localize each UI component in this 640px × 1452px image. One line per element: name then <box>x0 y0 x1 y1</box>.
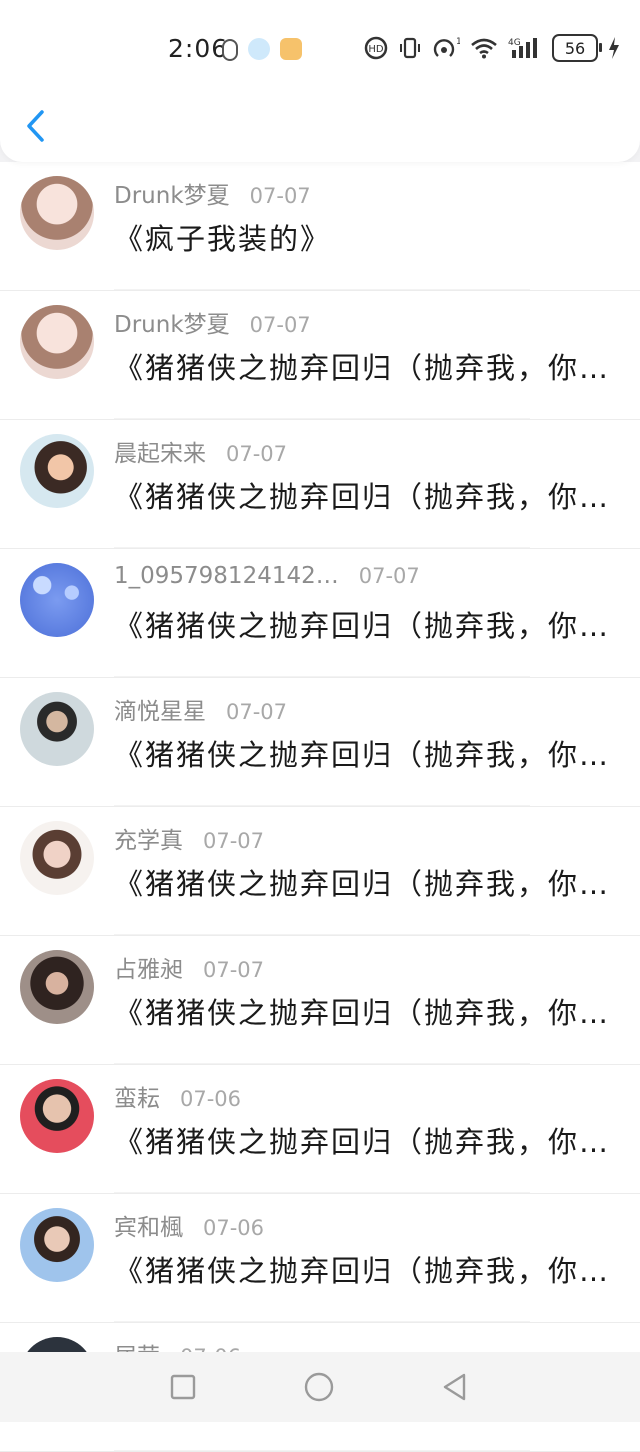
comment-date: 07-06 <box>180 1087 242 1111</box>
name-row: Drunk梦夏 07-07 <box>114 176 311 210</box>
comment-text: 《猪猪侠之抛弃回归（抛弃我，你… <box>114 867 611 901</box>
comment-row[interactable]: 晨起宋来 07-07 《猪猪侠之抛弃回归（抛弃我，你… <box>0 420 640 549</box>
user-name[interactable]: Drunk梦夏 <box>114 176 230 210</box>
comment-date: 07-07 <box>226 700 288 724</box>
status-time: 2:06 <box>168 34 229 63</box>
comment-date: 07-07 <box>226 442 288 466</box>
user-name[interactable]: Drunk梦夏 <box>114 305 230 339</box>
row-divider <box>114 289 530 290</box>
name-row: Drunk梦夏 07-07 <box>114 305 311 339</box>
row-divider <box>114 1192 530 1193</box>
status-bar: 2:06 HD 1 4G 56 <box>0 0 640 96</box>
comment-text: 《猪猪侠之抛弃回归（抛弃我，你… <box>114 609 611 643</box>
hd-call-icon: HD <box>364 36 388 60</box>
svg-text:HD: HD <box>368 44 384 55</box>
blue-bokeh-avatar[interactable] <box>20 563 94 637</box>
notification-icons <box>222 38 302 61</box>
user-name[interactable]: 宾和楓 <box>114 1208 183 1242</box>
status-icons: HD 1 4G 56 <box>364 34 620 62</box>
recent-apps-button[interactable] <box>166 1370 200 1404</box>
user-name[interactable]: 充学真 <box>114 821 183 855</box>
name-row: 滴悦星星 07-07 <box>114 692 287 726</box>
nav-back-button[interactable] <box>438 1370 472 1404</box>
row-divider <box>114 547 530 548</box>
home-button[interactable] <box>302 1370 336 1404</box>
comment-date: 07-06 <box>203 1216 265 1240</box>
name-row: 1_095798124142… 07-07 <box>114 563 420 589</box>
comment-date: 07-07 <box>249 184 311 208</box>
user-name[interactable]: 晨起宋来 <box>114 434 206 468</box>
user-name[interactable]: 占雅昶 <box>114 950 183 984</box>
triangle-back-icon <box>443 1373 466 1401</box>
comment-text: 《猪猪侠之抛弃回归（抛弃我，你… <box>114 1254 611 1288</box>
girl-blue-avatar[interactable] <box>20 1208 94 1282</box>
comment-text: 《猪猪侠之抛弃回归（抛弃我，你… <box>114 996 611 1030</box>
comment-row[interactable]: 宾和楓 07-06 《猪猪侠之抛弃回归（抛弃我，你… <box>0 1194 640 1323</box>
row-divider <box>114 934 530 935</box>
battery-icon: 56 <box>552 34 602 62</box>
comment-date: 07-07 <box>203 829 265 853</box>
comment-list: Drunk梦夏 07-07 《疯子我装的》 Drunk梦夏 07-07 《猪猪侠… <box>0 162 640 1452</box>
comment-date: 07-07 <box>358 564 420 588</box>
comment-row[interactable]: 充学真 07-07 《猪猪侠之抛弃回归（抛弃我，你… <box>0 807 640 936</box>
user-name[interactable]: 滴悦星星 <box>114 692 206 726</box>
battery-level: 56 <box>564 38 586 58</box>
wifi-icon <box>470 37 498 59</box>
comment-row[interactable]: Drunk梦夏 07-07 《疯子我装的》 <box>0 162 640 291</box>
hotspot-icon: 1 <box>432 36 460 60</box>
row-divider <box>114 1450 530 1451</box>
cartoon-girl-avatar[interactable] <box>20 434 94 508</box>
row-divider <box>114 805 530 806</box>
row-divider <box>114 1063 530 1064</box>
boy-photo-avatar[interactable] <box>20 692 94 766</box>
dark-hair-girl-avatar[interactable] <box>20 950 94 1024</box>
name-row: 占雅昶 07-07 <box>114 950 264 984</box>
row-divider <box>114 1321 530 1322</box>
anime-girl-avatar[interactable] <box>20 305 94 379</box>
app-notification-icon <box>248 38 270 60</box>
back-arrow-icon <box>27 110 44 142</box>
comment-text: 《猪猪侠之抛弃回归（抛弃我，你… <box>114 738 611 772</box>
comment-date: 07-07 <box>249 313 311 337</box>
square-icon <box>170 1374 196 1400</box>
row-divider <box>114 676 530 677</box>
app-notification-icon-2 <box>280 38 302 60</box>
comment-row[interactable]: 占雅昶 07-07 《猪猪侠之抛弃回归（抛弃我，你… <box>0 936 640 1065</box>
mic-icon <box>222 39 238 61</box>
name-row: 晨起宋来 07-07 <box>114 434 287 468</box>
boy-red-avatar[interactable] <box>20 1079 94 1153</box>
comment-text: 《猪猪侠之抛弃回归（抛弃我，你… <box>114 351 611 385</box>
comment-row[interactable]: 滴悦星星 07-07 《猪猪侠之抛弃回归（抛弃我，你… <box>0 678 640 807</box>
user-name[interactable]: 蛮耘 <box>114 1079 160 1113</box>
comment-row[interactable]: Drunk梦夏 07-07 《猪猪侠之抛弃回归（抛弃我，你… <box>0 291 640 420</box>
signal-badge: 1 <box>456 37 460 47</box>
girl-photo-avatar[interactable] <box>20 821 94 895</box>
network-type: 4G <box>508 38 521 48</box>
back-button[interactable] <box>18 106 54 146</box>
name-row: 蛮耘 07-06 <box>114 1079 241 1113</box>
comment-text: 《疯子我装的》 <box>114 222 332 256</box>
user-name[interactable]: 1_095798124142… <box>114 563 339 589</box>
row-divider <box>114 418 530 419</box>
comment-text: 《猪猪侠之抛弃回归（抛弃我，你… <box>114 480 611 514</box>
anime-girl-avatar[interactable] <box>20 176 94 250</box>
comment-row[interactable]: 蛮耘 07-06 《猪猪侠之抛弃回归（抛弃我，你… <box>0 1065 640 1194</box>
navigation-bar <box>0 1352 640 1422</box>
comment-row[interactable]: 1_095798124142… 07-07 《猪猪侠之抛弃回归（抛弃我，你… <box>0 549 640 678</box>
cell-signal-icon: 4G <box>508 36 542 60</box>
charging-icon <box>608 36 620 60</box>
vibrate-icon <box>398 36 422 60</box>
name-row: 宾和楓 07-06 <box>114 1208 264 1242</box>
comment-text: 《猪猪侠之抛弃回归（抛弃我，你… <box>114 1125 611 1159</box>
comment-date: 07-07 <box>203 958 265 982</box>
name-row: 充学真 07-07 <box>114 821 264 855</box>
top-bar: 2:06 HD 1 4G 56 <box>0 0 640 162</box>
circle-icon <box>304 1372 334 1402</box>
